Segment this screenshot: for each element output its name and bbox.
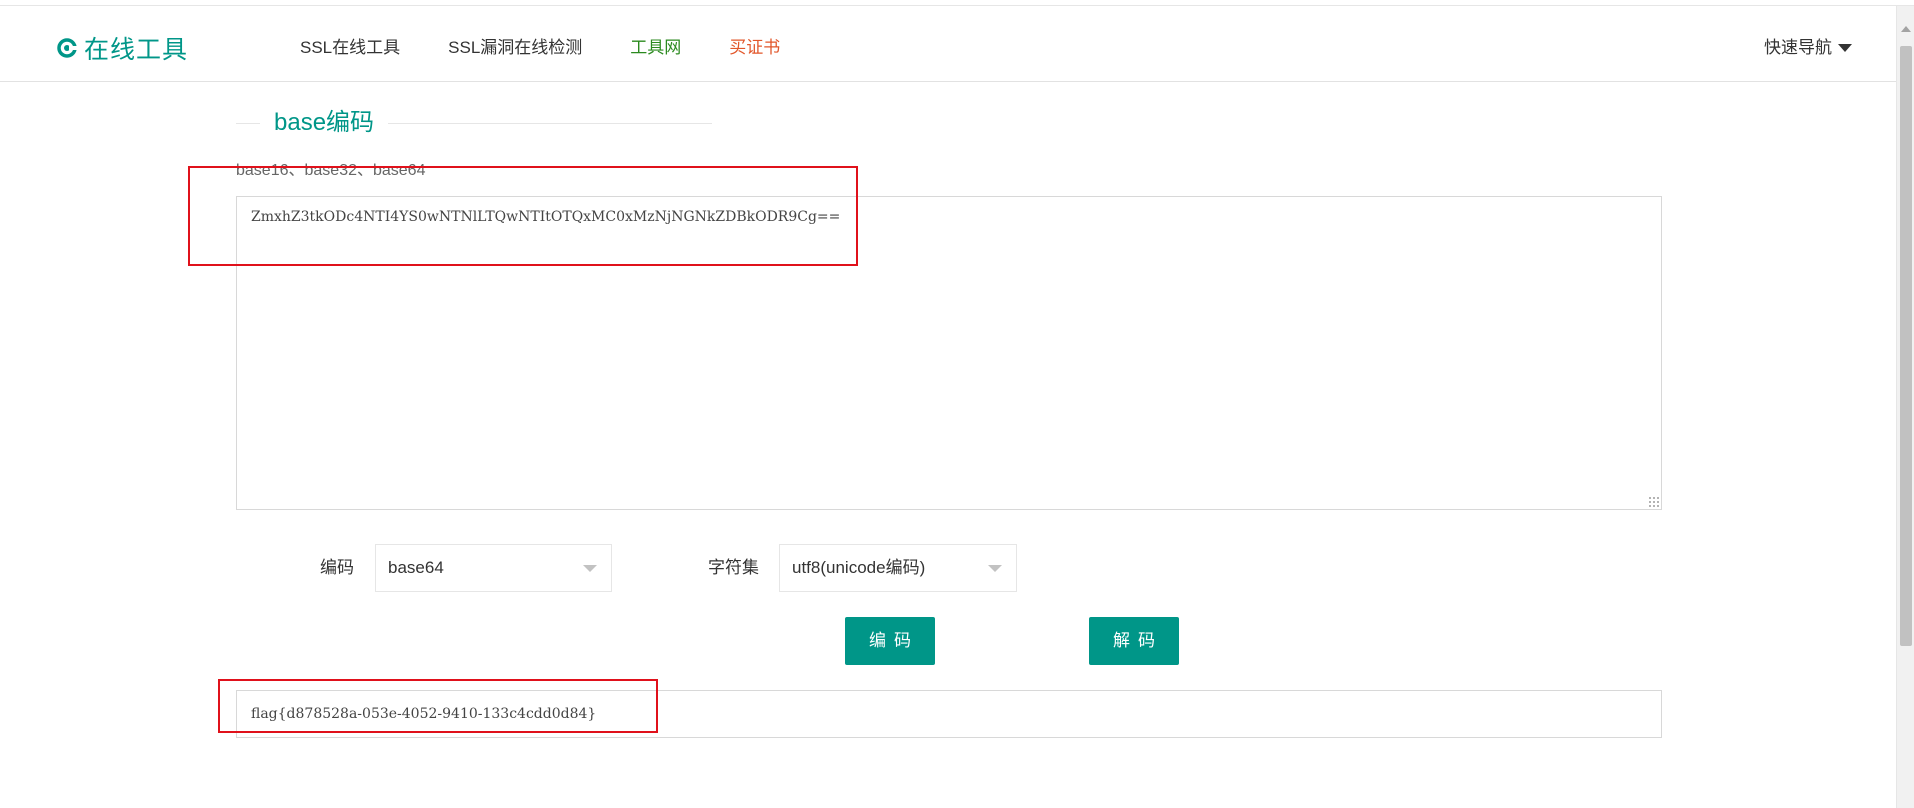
source-textarea[interactable]: ZmxhZ3tkODc4NTI4YS0wNTNlLTQwNTItOTQxMC0x…	[236, 196, 1662, 510]
nav-ssl-vuln-check[interactable]: SSL漏洞在线检测	[448, 32, 582, 64]
divider	[388, 123, 712, 124]
charset-label: 字符集	[708, 558, 759, 577]
scrollbar-thumb[interactable]	[1900, 46, 1912, 646]
main-nav: SSL在线工具 SSL漏洞在线检测 工具网 买证书	[300, 32, 828, 64]
resize-grip-icon[interactable]	[1648, 496, 1660, 508]
decode-button[interactable]: 解码	[1089, 617, 1179, 665]
encode-button[interactable]: 编码	[845, 617, 935, 665]
section-header: base编码	[236, 108, 712, 138]
quick-nav-label: 快速导航	[1764, 38, 1832, 57]
logo-text: 在线工具	[84, 36, 189, 64]
nav-buy-cert[interactable]: 买证书	[729, 32, 780, 64]
site-logo[interactable]: 在线工具	[56, 30, 188, 66]
divider	[236, 123, 260, 124]
nav-tools-site[interactable]: 工具网	[630, 32, 681, 64]
select-arrow-icon	[988, 565, 1002, 572]
logo-icon	[57, 38, 77, 58]
caret-down-icon	[1838, 44, 1852, 52]
result-output[interactable]: flag{d878528a-053e-4052-9410-133c4cdd0d8…	[236, 690, 1662, 738]
vertical-scrollbar[interactable]	[1896, 6, 1914, 808]
quick-nav-dropdown[interactable]: 快速导航	[1764, 32, 1852, 64]
site-header: 在线工具 SSL在线工具 SSL漏洞在线检测 工具网 买证书 快速导航	[0, 6, 1896, 82]
encoding-select[interactable]: base64	[375, 544, 612, 592]
encoding-label: 编码	[320, 558, 354, 577]
charset-select[interactable]: utf8(unicode编码)	[779, 544, 1017, 592]
section-subtitle: base16、base32、base64	[236, 162, 426, 179]
encoding-select-value: base64	[388, 558, 444, 577]
charset-select-value: utf8(unicode编码)	[792, 558, 926, 577]
section-title: base编码	[274, 109, 375, 136]
scroll-up-arrow-icon[interactable]	[1901, 26, 1911, 32]
select-arrow-icon	[583, 565, 597, 572]
nav-ssl-tools[interactable]: SSL在线工具	[300, 32, 400, 64]
